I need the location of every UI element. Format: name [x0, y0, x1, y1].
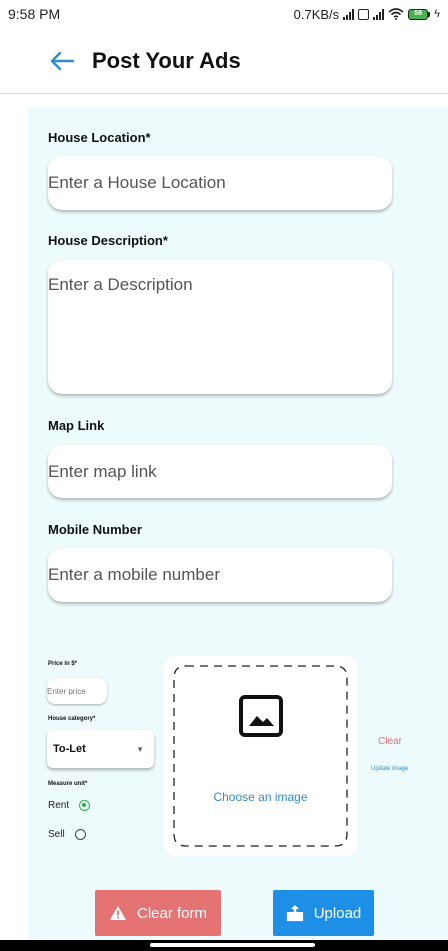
battery-icon: 58: [408, 8, 431, 20]
price-field: [47, 678, 107, 704]
status-icons: 0.7KB/s 58 ϟ: [294, 7, 440, 22]
house-description-input[interactable]: [48, 275, 392, 394]
house-category-dropdown[interactable]: To-Let ▼: [47, 730, 154, 768]
back-button[interactable]: [42, 41, 82, 81]
update-image-link[interactable]: Update image: [371, 766, 408, 772]
clear-form-label: Clear form: [136, 904, 207, 922]
mobile-number-input[interactable]: [48, 548, 392, 602]
map-link-field: [48, 445, 392, 498]
upload-button[interactable]: Upload: [273, 890, 374, 936]
image-dropzone[interactable]: [172, 664, 349, 848]
house-category-label: House category*: [48, 716, 96, 722]
charging-icon: ϟ: [434, 8, 440, 20]
map-link-label: Map Link: [48, 418, 105, 433]
radio-sell[interactable]: Sell: [48, 829, 86, 840]
measure-unit-label: Measure unit*: [48, 781, 88, 787]
radio-sell-label: Sell: [48, 829, 65, 840]
system-nav-bar: [0, 940, 448, 951]
upload-icon: [286, 905, 303, 922]
page-title: Post Your Ads: [92, 47, 241, 73]
signal-icon: [343, 8, 355, 20]
radio-unchecked-icon[interactable]: [74, 829, 86, 840]
volte-icon: [358, 8, 370, 20]
status-bar: 9:58 PM 0.7KB/s 58 ϟ: [0, 0, 448, 28]
house-description-field: [48, 260, 392, 394]
home-handle[interactable]: [150, 943, 315, 947]
radio-rent[interactable]: Rent: [48, 800, 91, 811]
choose-image-label: Choose an image: [213, 790, 308, 804]
map-link-input[interactable]: [48, 445, 392, 498]
clear-form-button[interactable]: Clear form: [95, 890, 221, 936]
net-speed: 0.7KB/s: [293, 6, 340, 22]
caret-down-icon: ▼: [136, 744, 144, 754]
image-icon: [239, 695, 283, 737]
status-time: 9:58 PM: [8, 6, 61, 22]
signal-icon-2: [373, 8, 385, 20]
price-input[interactable]: [47, 678, 107, 704]
house-description-label: House Description*: [48, 233, 168, 248]
house-location-field: [48, 156, 392, 210]
price-label: Price in $*: [48, 661, 78, 667]
clear-image-link[interactable]: Clear: [378, 736, 402, 747]
mobile-number-label: Mobile Number: [48, 522, 142, 537]
wifi-icon: [388, 8, 404, 20]
mobile-number-field: [48, 548, 392, 602]
warning-icon: [109, 906, 126, 920]
house-category-value: To-Let: [53, 743, 86, 755]
image-picker-card: Choose an image: [164, 656, 357, 856]
app-bar: Post Your Ads: [0, 28, 448, 94]
house-location-input[interactable]: [48, 156, 392, 210]
radio-rent-label: Rent: [48, 800, 70, 811]
radio-checked-icon[interactable]: [79, 800, 91, 811]
battery-level: 58: [408, 8, 429, 20]
upload-label: Upload: [313, 904, 362, 922]
house-location-label: House Location*: [48, 130, 151, 145]
arrow-left-icon: [50, 51, 75, 70]
